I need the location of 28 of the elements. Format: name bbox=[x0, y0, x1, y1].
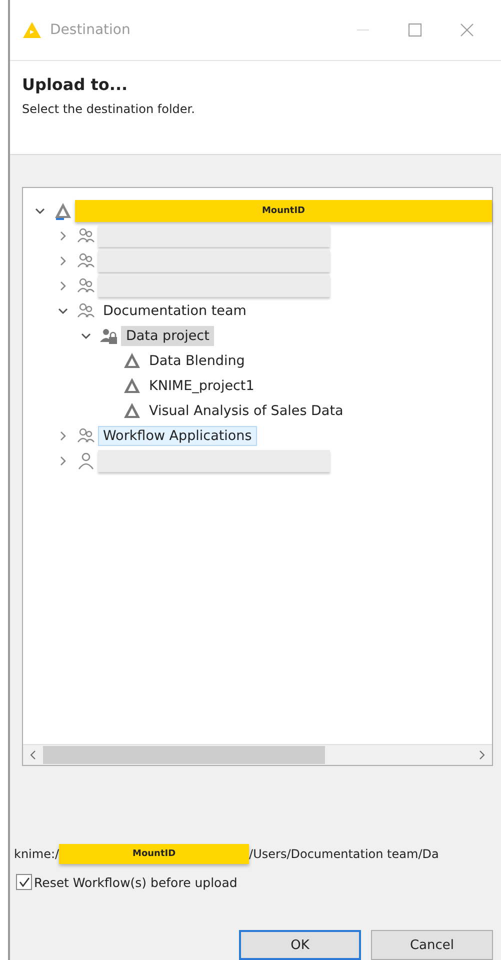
close-icon[interactable] bbox=[460, 22, 474, 37]
dialog-description: Select the destination folder. bbox=[22, 102, 196, 116]
path-text: /Users/Documentation team/Da bbox=[249, 847, 439, 861]
horizontal-scrollbar[interactable] bbox=[23, 744, 492, 765]
workflow-icon bbox=[122, 400, 142, 421]
workflow-icon bbox=[122, 376, 142, 396]
cancel-button[interactable]: Cancel bbox=[371, 930, 493, 960]
tree-item[interactable]: Data project bbox=[121, 326, 214, 346]
tree-item[interactable]: KNIME_project1 bbox=[144, 376, 260, 396]
scroll-left-icon[interactable] bbox=[29, 750, 37, 760]
mount-icon bbox=[53, 200, 73, 221]
redaction-label: MountID bbox=[59, 844, 250, 864]
redaction-label: MountID bbox=[75, 200, 492, 222]
ok-button[interactable]: OK bbox=[239, 930, 361, 960]
workflow-icon bbox=[122, 350, 142, 371]
tree-item[interactable]: Workflow Applications bbox=[98, 426, 257, 446]
window-title: Destination bbox=[50, 22, 132, 38]
tree-item[interactable]: Data Blending bbox=[144, 350, 250, 371]
app-icon bbox=[22, 20, 42, 39]
tree-item[interactable]: Visual Analysis of Sales Data bbox=[144, 400, 348, 421]
dialog-heading: Upload to... bbox=[22, 74, 129, 94]
maximize-icon[interactable] bbox=[408, 22, 422, 37]
path-text: knime:/ bbox=[14, 847, 60, 861]
checkbox[interactable] bbox=[16, 874, 32, 890]
tree-item[interactable]: Documentation team bbox=[98, 300, 252, 321]
scroll-right-icon[interactable] bbox=[478, 750, 486, 760]
user-icon bbox=[76, 450, 96, 471]
checkbox-label: Reset Workflow(s) before upload bbox=[34, 874, 238, 890]
